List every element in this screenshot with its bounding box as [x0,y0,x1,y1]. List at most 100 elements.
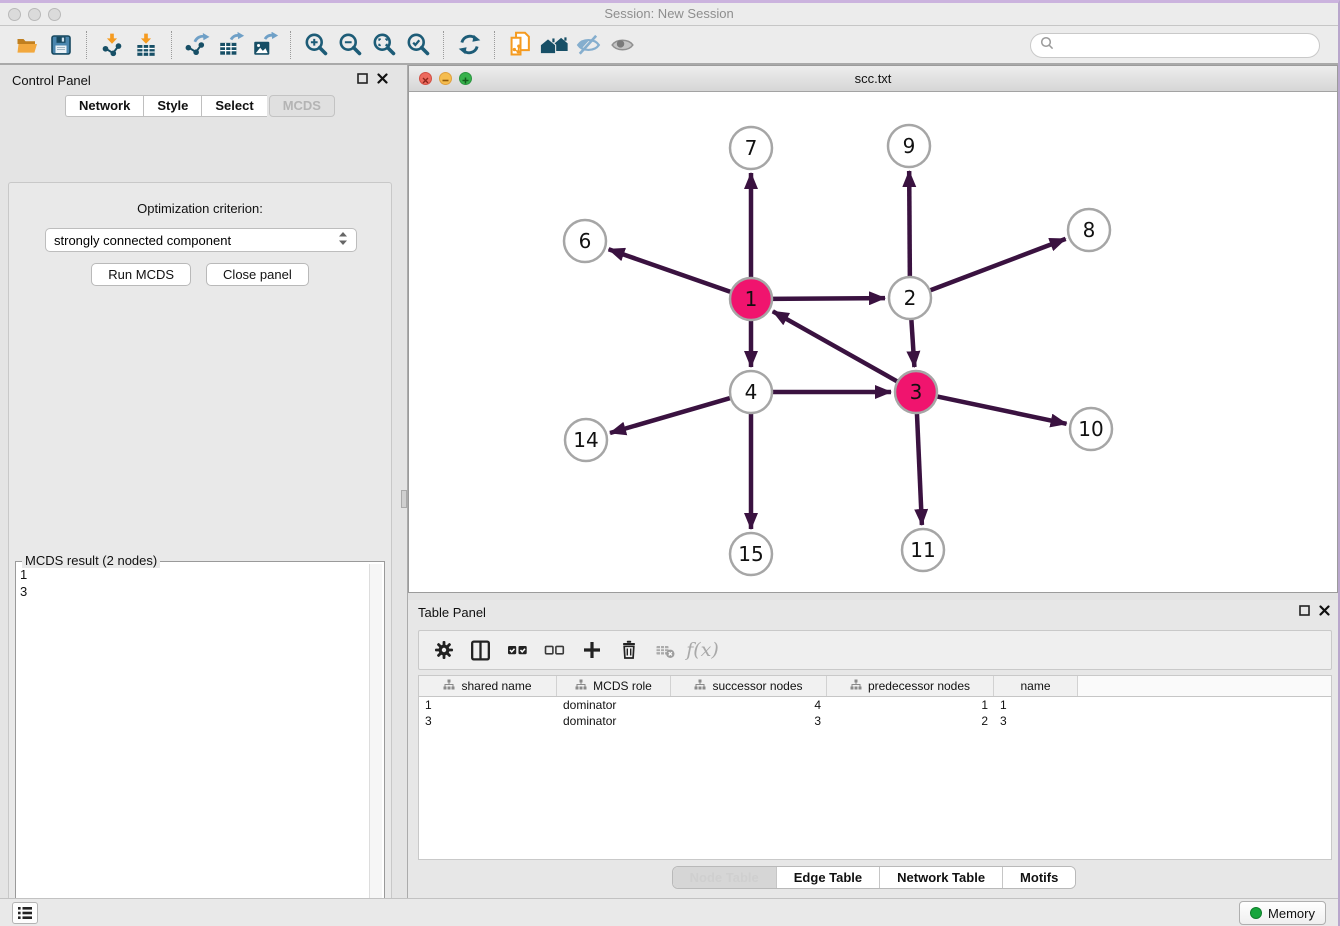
refresh-icon[interactable] [452,30,486,60]
node-table[interactable]: shared nameMCDS rolesuccessor nodesprede… [418,675,1332,860]
graph-node-14[interactable]: 14 [565,419,607,461]
edge-3-11[interactable] [917,411,922,525]
network-canvas[interactable]: 7 9 6 8 1 2 4 3 14 10 15 11 [409,92,1337,592]
network-graph[interactable]: 7 9 6 8 1 2 4 3 14 10 15 11 [409,92,1337,592]
edge-2-9[interactable] [909,171,910,279]
column-header-predecessor-nodes[interactable]: predecessor nodes [827,676,994,696]
edge-2-8[interactable] [928,239,1066,291]
minimize-network-icon[interactable] [439,72,452,85]
panel-splitter[interactable] [400,65,408,898]
graph-node-8[interactable]: 8 [1068,209,1110,251]
table-cell[interactable]: 1 [827,697,994,713]
graph-node-10[interactable]: 10 [1070,408,1112,450]
export-network-icon[interactable] [180,30,214,60]
float-panel-icon[interactable] [357,71,368,89]
control-panel-header: Control Panel [0,65,400,95]
table-cell[interactable]: 3 [419,713,557,729]
graph-node-9[interactable]: 9 [888,125,930,167]
tab-select[interactable]: Select [201,95,266,117]
save-session-icon[interactable] [44,30,78,60]
graph-node-15[interactable]: 15 [730,533,772,575]
edge-3-10[interactable] [935,396,1067,424]
search-input[interactable] [1055,38,1305,53]
svg-text:14: 14 [573,428,598,452]
table-cell[interactable]: 4 [671,697,827,713]
zoom-selected-icon[interactable] [401,30,435,60]
minimize-window-icon[interactable] [28,8,41,21]
tab-mcds[interactable]: MCDS [269,95,335,117]
edge-1-6[interactable] [609,249,733,292]
table-settings-gear-icon[interactable] [427,634,460,666]
memory-button[interactable]: Memory [1239,901,1326,925]
graph-node-7[interactable]: 7 [730,127,772,169]
edge-1-2[interactable] [770,298,885,299]
task-history-button[interactable] [12,902,38,924]
close-table-panel-icon[interactable] [1319,603,1330,621]
column-header-name[interactable]: name [994,676,1078,696]
delete-column-icon[interactable] [612,634,645,666]
tab-motifs[interactable]: Motifs [1003,867,1075,888]
table-row[interactable]: 3dominator323 [419,713,1331,729]
table-cell[interactable]: dominator [557,713,671,729]
show-column-icon[interactable] [464,634,497,666]
tab-style[interactable]: Style [143,95,201,117]
table-cell[interactable]: 1 [994,697,1078,713]
deselect-all-columns-icon[interactable] [538,634,571,666]
table-row[interactable]: 1dominator411 [419,697,1331,713]
edge-4-14[interactable] [610,397,733,433]
tab-edge-table[interactable]: Edge Table [777,867,880,888]
table-panel-title: Table Panel [418,605,1299,620]
close-window-icon[interactable] [8,8,21,21]
close-panel-button[interactable]: Close panel [206,263,309,286]
result-scrollbar[interactable] [369,564,382,926]
maximize-network-icon[interactable] [459,72,472,85]
hide-panel-eye-icon[interactable] [571,30,605,60]
selected-option-label: strongly connected component [54,233,338,248]
table-toolbar: f(x) [418,630,1332,670]
open-session-icon[interactable] [10,30,44,60]
svg-text:15: 15 [738,542,763,566]
search-field[interactable] [1030,33,1320,58]
tab-node-table[interactable]: Node Table [673,867,777,888]
clone-network-icon[interactable] [503,30,537,60]
column-header-shared-name[interactable]: shared name [419,676,557,696]
edge-2-3[interactable] [911,317,914,367]
close-panel-icon[interactable] [377,71,388,89]
show-panel-eye-icon[interactable] [605,30,639,60]
column-header-successor-nodes[interactable]: successor nodes [671,676,827,696]
table-panel-header: Table Panel [408,600,1340,624]
graph-node-3[interactable]: 3 [895,371,937,413]
optimization-criterion-select[interactable]: strongly connected component [45,228,357,252]
window-titlebar: Session: New Session [0,3,1338,26]
run-mcds-button[interactable]: Run MCDS [91,263,191,286]
graph-node-2[interactable]: 2 [889,277,931,319]
splitter-grip[interactable] [401,490,407,508]
network-window-titlebar[interactable]: scc.txt [409,66,1337,92]
table-cell[interactable]: 3 [994,713,1078,729]
zoom-fit-icon[interactable] [367,30,401,60]
home-icon[interactable] [537,30,571,60]
export-table-icon[interactable] [214,30,248,60]
select-all-columns-icon[interactable] [501,634,534,666]
column-header-MCDS-role[interactable]: MCDS role [557,676,671,696]
graph-node-11[interactable]: 11 [902,529,944,571]
table-cell[interactable]: 3 [671,713,827,729]
import-table-icon[interactable] [129,30,163,60]
float-table-panel-icon[interactable] [1299,603,1310,621]
table-cell[interactable]: 2 [827,713,994,729]
zoom-out-icon[interactable] [333,30,367,60]
tab-network-table[interactable]: Network Table [880,867,1003,888]
graph-node-1[interactable]: 1 [730,278,772,320]
close-network-icon[interactable] [419,72,432,85]
add-column-icon[interactable] [575,634,608,666]
import-network-icon[interactable] [95,30,129,60]
edge-3-1[interactable] [773,311,900,382]
table-cell[interactable]: dominator [557,697,671,713]
export-image-icon[interactable] [248,30,282,60]
table-cell[interactable]: 1 [419,697,557,713]
zoom-window-icon[interactable] [48,8,61,21]
graph-node-6[interactable]: 6 [564,220,606,262]
graph-node-4[interactable]: 4 [730,371,772,413]
zoom-in-icon[interactable] [299,30,333,60]
tab-network[interactable]: Network [65,95,143,117]
